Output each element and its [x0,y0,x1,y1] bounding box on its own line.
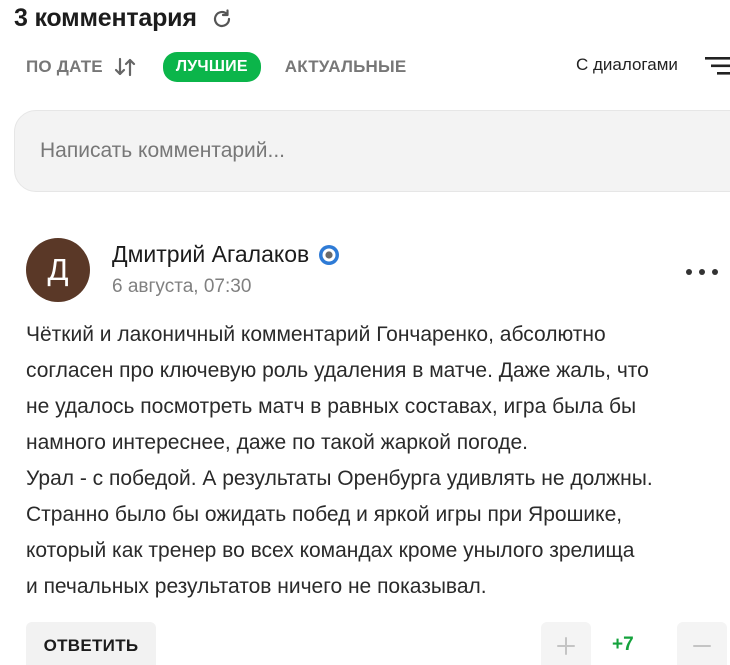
avatar[interactable]: Д [26,238,90,302]
comment-line: не удалось посмотреть матч в равных сост… [26,395,637,418]
menu-icon[interactable] [705,55,730,77]
sort-actual-tab[interactable]: АКТУАЛЬНЫЕ [285,57,407,77]
upvote-button[interactable] [541,622,591,665]
sort-order-icon[interactable] [113,56,137,78]
sort-by-date-button[interactable]: ПО ДАТЕ [26,56,137,78]
comment-line: и печальных результатов ничего не показы… [26,575,487,598]
comment-author: Дмитрий Агалаков [112,241,341,268]
comment-input[interactable]: Написать комментарий... [14,110,730,192]
minus-icon [693,645,711,647]
comment-line: согласен про ключевую роль удаления в ма… [26,359,649,382]
downvote-button[interactable] [677,622,727,665]
sort-by-date-label: ПО ДАТЕ [26,57,103,76]
author-name[interactable]: Дмитрий Агалаков [112,241,309,268]
comment-score: +7 [612,634,634,655]
comment-input-placeholder: Написать комментарий... [40,139,286,162]
more-options-icon[interactable] [686,262,718,282]
refresh-icon[interactable] [209,6,235,32]
verified-badge-icon [317,243,341,267]
comments-count-title: 3 комментария [14,4,197,32]
reply-button[interactable]: ОТВЕТИТЬ [26,622,156,665]
plus-icon [557,637,575,655]
comment-line: который как тренер во всех командах кром… [26,539,635,562]
sort-best-tab[interactable]: ЛУЧШИЕ [162,52,261,82]
comments-header: 3 комментария [14,4,235,33]
comment-line: намного интереснее, даже по такой жаркой… [26,431,528,454]
dialogs-toggle[interactable]: С диалогами [576,55,678,75]
comment-line: Странно было бы ожидать побед и яркой иг… [26,503,623,526]
comment-text: Чёткий и лаконичный комментарий Гончарен… [26,317,730,605]
comment-line: Урал - с победой. А результаты Оренбурга… [26,467,653,490]
comment-line: Чёткий и лаконичный комментарий Гончарен… [26,323,606,346]
comment-date: 6 августа, 07:30 [112,276,252,297]
